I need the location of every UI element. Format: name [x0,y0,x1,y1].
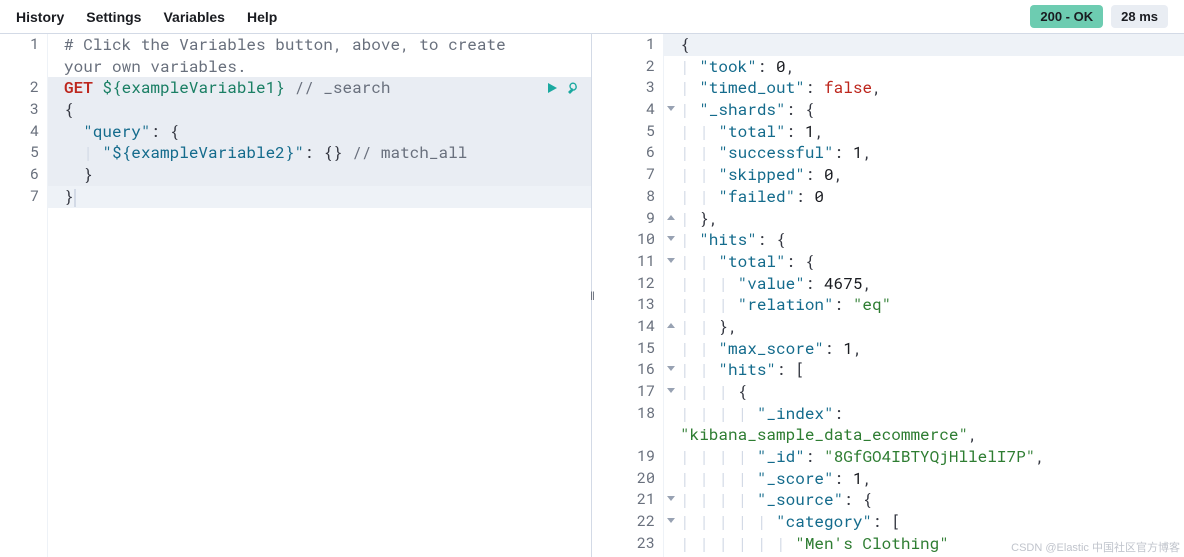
line-number: 6 [0,164,47,186]
line-number: 13 [592,294,663,316]
code-line[interactable]: } [48,186,591,208]
response-line: | | | | "_index": "kibana_sample_data_ec… [664,403,1184,446]
response-line: | | "hits": [ [664,359,1184,381]
line-number: 11 [592,251,663,273]
line-number: 7 [0,186,47,208]
line-number: 6 [592,142,663,164]
timing-badge: 28 ms [1111,5,1168,28]
variables-button[interactable]: Variables [163,9,225,25]
request-editor[interactable]: 1234567 # Click the Variables button, ab… [0,34,592,557]
line-number: 8 [592,186,663,208]
line-number: 4 [592,99,663,121]
response-line: | | | | "_score": 1, [664,468,1184,490]
response-line: | | }, [664,316,1184,338]
line-number: 17 [592,381,663,403]
response-line: | | | "value": 4675, [664,273,1184,295]
line-number: 4 [0,121,47,143]
line-number: 10 [592,229,663,251]
line-number: 7 [592,164,663,186]
response-line: | "hits": { [664,229,1184,251]
help-button[interactable]: Help [247,9,277,25]
status-badge: 200 - OK [1030,5,1103,28]
line-number: 16 [592,359,663,381]
response-line: | }, [664,208,1184,230]
code-line[interactable]: } [48,164,591,186]
line-number: 1 [592,34,663,56]
code-line[interactable]: { [48,99,591,121]
line-number: 20 [592,468,663,490]
wrench-icon[interactable] [567,79,581,101]
response-line: | | | | | "category": [ [664,511,1184,533]
response-line: | | "max_score": 1, [664,338,1184,360]
response-line: | | "total": { [664,251,1184,273]
code-line[interactable]: # Click the Variables button, above, to … [48,34,591,77]
code-line[interactable]: GET ${exampleVariable1} // _search [48,77,591,99]
line-number: 23 [592,533,663,555]
line-number: 12 [592,273,663,295]
response-line: | | "skipped": 0, [664,164,1184,186]
response-line: | | "total": 1, [664,121,1184,143]
response-line: | "took": 0, [664,56,1184,78]
line-number: 3 [592,77,663,99]
code-line[interactable]: | "${exampleVariable2}": {} // match_all [48,142,591,164]
line-number: 15 [592,338,663,360]
line-number: 2 [592,56,663,78]
response-line: { [664,34,1184,56]
settings-button[interactable]: Settings [86,9,141,25]
line-number: 14 [592,316,663,338]
line-number: 5 [592,121,663,143]
send-request-icon[interactable] [545,79,559,101]
response-viewer: 1234567891011121314151617181920212223 {|… [592,34,1184,557]
response-line: | | | "relation": "eq" [664,294,1184,316]
code-line[interactable]: "query": { [48,121,591,143]
console-toolbar: History Settings Variables Help 200 - OK… [0,0,1184,34]
response-line: | | | | "_source": { [664,489,1184,511]
response-line: | "_shards": { [664,99,1184,121]
pane-splitter[interactable]: ‖ [590,289,595,303]
line-number: 3 [0,99,47,121]
response-line: | | | | "_id": "8GfGO4IBTYQjHllelI7P", [664,446,1184,468]
line-number: 9 [592,208,663,230]
history-button[interactable]: History [16,9,64,25]
line-number: 2 [0,77,47,99]
response-line: | | "successful": 1, [664,142,1184,164]
line-number: 1 [0,34,47,77]
response-line: | | | { [664,381,1184,403]
line-number: 21 [592,489,663,511]
watermark: CSDN @Elastic 中国社区官方博客 [1011,539,1180,555]
line-number: 5 [0,142,47,164]
response-line: | | "failed": 0 [664,186,1184,208]
line-number: 19 [592,446,663,468]
response-line: | "timed_out": false, [664,77,1184,99]
line-number: 18 [592,403,663,446]
line-number: 22 [592,511,663,533]
